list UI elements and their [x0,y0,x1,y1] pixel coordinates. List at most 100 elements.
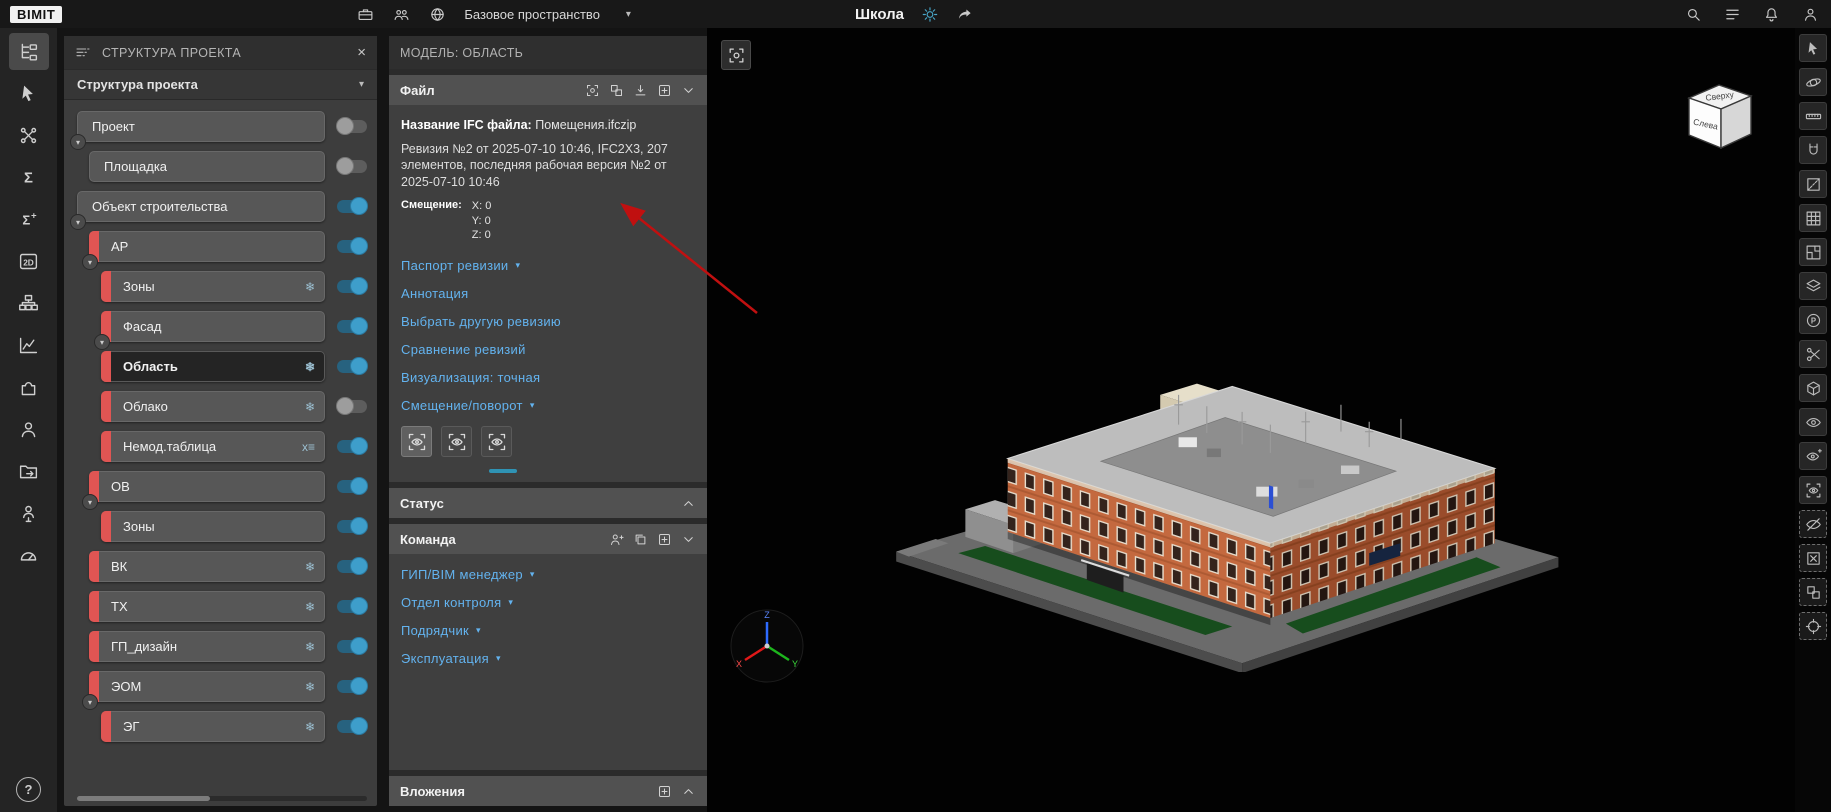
attachments-section-header[interactable]: Вложения [389,776,707,806]
tree-item-eg[interactable]: ▾ ЭГ ❄ [101,711,325,742]
tree-item-proekt[interactable]: ▾ Проект [77,111,325,142]
visibility-mode-1-button[interactable] [401,426,432,457]
tree-item-vk[interactable]: ▾ ВК ❄ [89,551,325,582]
navigation-cube[interactable]: Сверху Слева [1675,74,1759,162]
file-action-link[interactable]: Аннотация ▾ [401,286,695,301]
status-section-header[interactable]: Статус [389,488,707,518]
team-icon[interactable] [390,3,412,25]
left-rail-users-button[interactable] [9,411,49,448]
right-rail-snap-button[interactable] [1799,136,1827,164]
visibility-toggle[interactable] [337,280,367,293]
chevron-down-icon[interactable] [681,83,696,98]
expand-node-icon[interactable]: ▾ [82,254,98,270]
3d-building-model[interactable] [875,276,1581,672]
visibility-toggle[interactable] [337,480,367,493]
tree-item-gp-dizayn[interactable]: ▾ ГП_дизайн ❄ [89,631,325,662]
share-icon[interactable] [954,3,976,25]
right-rail-layers-button[interactable] [1799,272,1827,300]
compare-icon[interactable] [609,83,624,98]
tree-item-oblast[interactable]: ▾ Область ❄ [101,351,325,382]
team-role-link[interactable]: Отдел контроля ▾ [401,595,695,610]
visibility-toggle[interactable] [337,360,367,373]
globe-icon[interactable] [426,3,448,25]
add-icon[interactable] [657,532,672,547]
list-icon[interactable] [1721,3,1743,25]
tree-item-ov[interactable]: ▾ ОВ [89,471,325,502]
file-action-link[interactable]: Смещение/поворот ▾ [401,398,695,413]
visibility-toggle[interactable] [337,120,367,133]
tree-item-zony-ov[interactable]: ▾ Зоны [101,511,325,542]
left-rail-plugins-button[interactable] [9,369,49,406]
notifications-bell-icon[interactable] [1760,3,1782,25]
left-rail-view-2d-button[interactable] [9,243,49,280]
tree-item-obekt-stroitelstva[interactable]: ▾ Объект строительства [77,191,325,222]
visibility-toggle[interactable] [337,400,367,413]
visibility-toggle[interactable] [337,320,367,333]
visibility-mode-3-button[interactable] [481,426,512,457]
right-rail-grid-button[interactable] [1799,204,1827,232]
file-action-link[interactable]: Паспорт ревизии ▾ [401,258,695,273]
visibility-toggle[interactable] [337,520,367,533]
tree-item-ar[interactable]: ▾ АР [89,231,325,262]
chevron-up-icon[interactable] [681,496,696,511]
settings-gear-icon[interactable] [919,3,941,25]
focus-view-button[interactable] [721,40,751,70]
file-action-link[interactable]: Сравнение ревизий ▾ [401,342,695,357]
right-rail-cube-view-button[interactable] [1799,374,1827,402]
left-rail-sum-add-button[interactable] [9,201,49,238]
left-rail-connections-button[interactable] [9,117,49,154]
download-icon[interactable] [633,83,648,98]
file-section-header[interactable]: Файл [389,75,707,105]
workspace-selector[interactable]: Базовое пространство ▾ [464,7,631,22]
right-rail-isolate-target-button[interactable] [1799,612,1827,640]
right-rail-measure-button[interactable] [1799,102,1827,130]
tree-item-fasad[interactable]: ▾ Фасад [101,311,325,342]
left-rail-analytics-button[interactable] [9,327,49,364]
expand-node-icon[interactable]: ▾ [82,694,98,710]
copy-icon[interactable] [633,532,648,547]
file-action-link[interactable]: Выбрать другую ревизию ▾ [401,314,695,329]
add-icon[interactable] [657,784,672,799]
right-rail-orbit-button[interactable] [1799,68,1827,96]
visibility-toggle[interactable] [337,160,367,173]
left-rail-select-button[interactable] [9,75,49,112]
right-rail-section-plane-button[interactable] [1799,170,1827,198]
horizontal-scrollbar[interactable] [77,796,367,801]
expand-node-icon[interactable]: ▾ [70,214,86,230]
visibility-toggle[interactable] [337,240,367,253]
axis-gizmo[interactable]: Z X Y [729,608,805,684]
team-role-link[interactable]: Эксплуатация ▾ [401,651,695,666]
team-section-header[interactable]: Команда [389,524,707,554]
tree-item-nemod-tablitsa[interactable]: ▾ Немод.таблица x≡ [101,431,325,462]
team-role-link[interactable]: ГИП/BIM менеджер ▾ [401,567,695,582]
right-rail-selection-box-button[interactable] [1799,578,1827,606]
right-rail-point-info-button[interactable] [1799,306,1827,334]
visibility-mode-2-button[interactable] [441,426,472,457]
right-rail-floorplan-button[interactable] [1799,238,1827,266]
right-rail-hide-box-button[interactable] [1799,544,1827,572]
left-rail-export-button[interactable] [9,453,49,490]
visibility-toggle[interactable] [337,720,367,733]
add-user-icon[interactable] [609,532,624,547]
visibility-toggle[interactable] [337,640,367,653]
close-icon[interactable]: × [357,45,366,60]
right-rail-cut-button[interactable] [1799,340,1827,368]
focus-model-icon[interactable] [585,83,600,98]
tree-item-tkh[interactable]: ▾ ТХ ❄ [89,591,325,622]
menu-icon[interactable] [75,45,91,61]
right-rail-visibility-button[interactable] [1799,408,1827,436]
expand-node-icon[interactable]: ▾ [94,334,110,350]
right-rail-hide-selected-button[interactable] [1799,510,1827,538]
left-rail-scheme-button[interactable] [9,285,49,322]
visibility-toggle[interactable] [337,560,367,573]
visibility-toggle[interactable] [337,200,367,213]
tree-item-ploshchadka[interactable]: ▾ Площадка [89,151,325,182]
user-icon[interactable] [1799,3,1821,25]
expand-node-icon[interactable]: ▾ [82,494,98,510]
visibility-toggle[interactable] [337,440,367,453]
tree-item-eom[interactable]: ▾ ЭОМ ❄ [89,671,325,702]
structure-type-dropdown[interactable]: Структура проекта ▾ [64,69,377,100]
tree-item-zony-ar[interactable]: ▾ Зоны ❄ [101,271,325,302]
expand-node-icon[interactable]: ▾ [70,134,86,150]
help-button[interactable]: ? [16,777,41,802]
